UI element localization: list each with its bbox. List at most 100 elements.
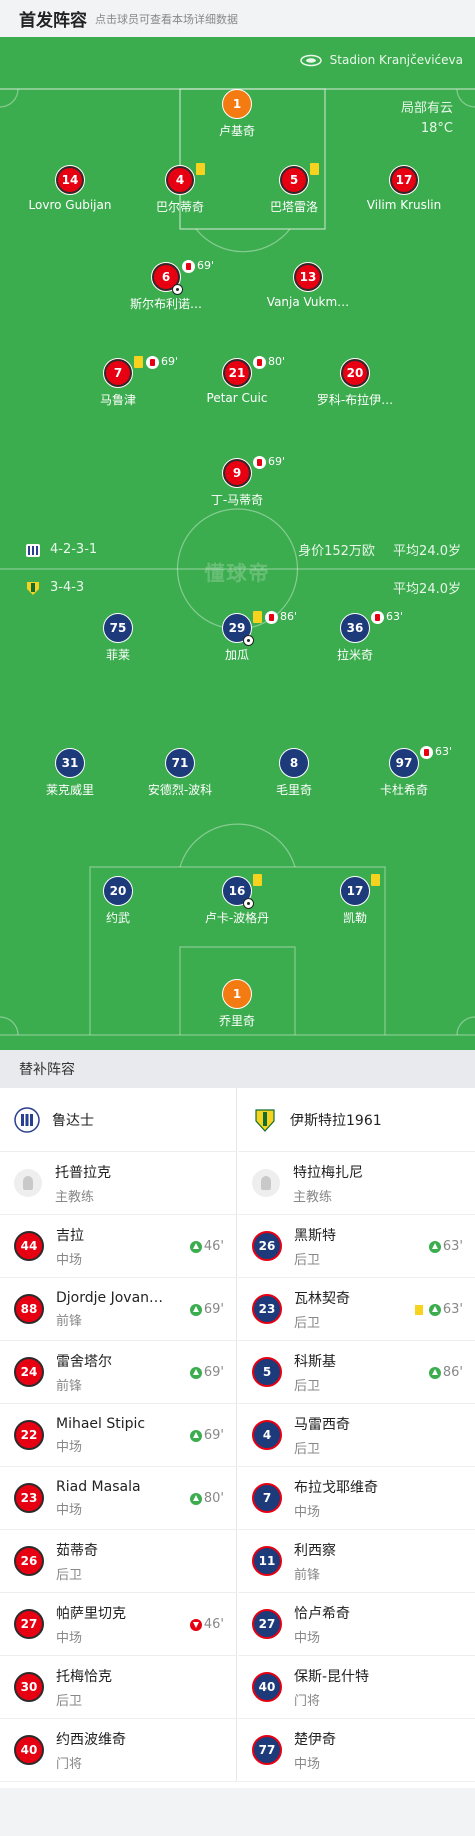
substitute-row[interactable]: 27 恰卢希奇 中场 — [238, 1593, 475, 1656]
substitute-row[interactable]: 5 科斯基 后卫 86' — [238, 1341, 475, 1404]
away-coach-row[interactable]: 特拉梅扎尼 主教练 — [238, 1152, 475, 1215]
substitute-row[interactable]: 26 茹蒂奇后卫 — [0, 1530, 236, 1593]
substitute-row[interactable]: 40 保斯-昆什特 门将 — [238, 1656, 475, 1719]
player-number-badge: 22 — [14, 1420, 44, 1450]
home-player[interactable]: 4 巴尔蒂奇 — [115, 163, 245, 215]
substitution-time: 63' — [442, 1239, 463, 1254]
away-player[interactable]: 36 63' 拉米奇 — [290, 610, 420, 663]
player-name: 马鲁津 — [99, 393, 136, 407]
away-player[interactable]: 20 约武 — [53, 876, 183, 926]
substitution-time: 69' — [268, 455, 286, 468]
home-player[interactable]: 13 Vanja Vukm… — [243, 262, 373, 309]
substitute-position: 后卫 — [294, 1252, 321, 1268]
yellow-card-icon — [371, 874, 380, 886]
substitute-position: 中场 — [294, 1630, 321, 1646]
home-player[interactable]: 6 69' 斯尔布利诺… — [101, 259, 231, 312]
substitute-row[interactable]: 7 布拉戈耶维奇 中场 — [238, 1467, 475, 1530]
player-number-badge: 23 — [14, 1483, 44, 1513]
player-number-badge: 11 — [252, 1546, 282, 1576]
away-player[interactable]: 17 凯勒 — [290, 874, 420, 926]
away-team-logo-icon — [27, 581, 39, 595]
away-team-summary: 3-4-3 平均24.0岁 — [24, 578, 461, 597]
substitutes-title: 替补阵容 — [19, 1062, 75, 1078]
substitution-in-icon — [189, 1240, 202, 1253]
stadium-icon — [299, 54, 322, 66]
substitution-time: 69' — [203, 1428, 224, 1443]
home-player[interactable]: 21 80' Petar Cuic — [172, 355, 302, 405]
substitute-row[interactable]: 77 楚伊奇 中场 — [238, 1719, 475, 1782]
substitute-position: 后卫 — [56, 1567, 83, 1583]
player-name: 加瓜 — [224, 648, 249, 662]
substitution-out-icon — [265, 611, 278, 624]
home-player[interactable]: 20 罗科-布拉伊… — [290, 358, 420, 408]
substitute-position: 中场 — [56, 1502, 83, 1518]
away-player[interactable]: 16 卢卡-波格丹 — [172, 874, 302, 926]
substitute-position: 后卫 — [294, 1441, 321, 1457]
player-name: 凯勒 — [342, 911, 367, 925]
away-player[interactable]: 75 菲莱 — [53, 613, 183, 663]
player-name: 巴尔蒂奇 — [155, 200, 204, 214]
substitution-in-icon — [189, 1492, 202, 1505]
substitutes-panel: 鲁达士 托普拉克 主教练 44 吉拉 中场 46' 88 Djordje Jovan… 前锋… — [0, 1088, 475, 1788]
substitute-row[interactable]: 23 Riad Masala 中场 80' — [0, 1467, 236, 1530]
substitution-time: 63' — [435, 745, 453, 758]
substitution-event: 46' — [189, 1239, 224, 1254]
substitution-time: 63' — [442, 1302, 463, 1317]
substitute-row[interactable]: 4 马雷西奇 后卫 — [238, 1404, 475, 1467]
home-avg-age: 平均24.0岁 — [393, 544, 461, 559]
substitution-time: 69' — [197, 259, 215, 272]
substitute-row[interactable]: 22 Mihael Stipic 中场 69' — [0, 1404, 236, 1467]
substitution-in-icon — [189, 1429, 202, 1442]
player-name: Vanja Vukm… — [266, 295, 350, 309]
home-substitutes: 鲁达士 托普拉克 主教练 44 吉拉 中场 46' 88 Djordje Jovan… 前锋… — [0, 1088, 237, 1782]
substitute-row[interactable]: 11 利西察 前锋 — [238, 1530, 475, 1593]
substitute-row[interactable]: 30 托梅恰克 后卫 — [0, 1656, 236, 1719]
home-player[interactable]: 17 Vilim Kruslin — [339, 165, 469, 212]
goal-ball-icon — [243, 635, 254, 646]
player-number-badge: 7 — [103, 358, 133, 388]
home-team-row[interactable]: 鲁达士 — [0, 1088, 236, 1152]
substitute-row[interactable]: 27 帕萨里切克 中场 46' — [0, 1593, 236, 1656]
home-player[interactable]: 9 69' 丁-马蒂奇 — [172, 455, 302, 508]
substitute-name: 茹蒂奇 — [56, 1542, 98, 1559]
substitution-event: 69' — [189, 1365, 224, 1380]
page-hint: 点击球员可查看本场详细数据 — [95, 12, 238, 26]
substitute-row[interactable]: 44 吉拉 中场 46' — [0, 1215, 236, 1278]
home-coach-row[interactable]: 托普拉克 主教练 — [0, 1152, 236, 1215]
player-number-badge: 26 — [252, 1231, 282, 1261]
substitute-name: Mihael Stipic — [56, 1415, 146, 1432]
substitution-time: 69' — [203, 1302, 224, 1317]
player-number-badge: 17 — [389, 165, 419, 195]
substitute-row[interactable]: 40 约西波维奇 门将 — [0, 1719, 236, 1782]
substitute-row[interactable]: 24 雷舍塔尔 前锋 69' — [0, 1341, 236, 1404]
home-coach-name: 托普拉克 — [55, 1164, 111, 1181]
home-player[interactable]: 1 卢基奇 — [172, 89, 302, 139]
weather-info: 局部有云 18°C — [401, 99, 453, 139]
player-number-badge: 24 — [14, 1357, 44, 1387]
substitute-name: 托梅恰克 — [56, 1668, 112, 1685]
substitution-event: 86' — [428, 1365, 463, 1380]
away-player[interactable]: 29 86' 加瓜 — [172, 610, 302, 663]
substitute-row[interactable]: 88 Djordje Jovan… 前锋 69' — [0, 1278, 236, 1341]
player-number-badge: 26 — [14, 1546, 44, 1576]
substitute-name: 保斯-昆什特 — [294, 1668, 370, 1685]
player-name: 卢基奇 — [218, 124, 255, 138]
substitute-name: 黑斯特 — [294, 1227, 336, 1244]
player-number-badge: 44 — [14, 1231, 44, 1261]
substitute-name: 帕萨里切克 — [56, 1605, 126, 1622]
substitution-event: 69' — [189, 1302, 224, 1317]
player-number-badge: 5 — [279, 165, 309, 195]
substitute-row[interactable]: 23 瓦林契奇 后卫 63' — [238, 1278, 475, 1341]
stadium-name: Stadion Kranjčevićeva — [329, 53, 463, 67]
away-player[interactable]: 97 63' 卡杜希奇 — [339, 745, 469, 798]
substitute-name: 瓦林契奇 — [294, 1290, 350, 1307]
yellow-card-icon — [253, 874, 262, 886]
away-team-row[interactable]: 伊斯特拉1961 — [238, 1088, 475, 1152]
substitution-out-icon — [189, 1618, 202, 1631]
substitute-row[interactable]: 26 黑斯特后卫 63' — [238, 1215, 475, 1278]
home-player[interactable]: 7 69' 马鲁津 — [53, 355, 183, 408]
away-player[interactable]: 71 安德烈-波科 — [115, 748, 245, 798]
substitution-time: 46' — [203, 1617, 224, 1632]
away-player[interactable]: 1 乔里奇 — [172, 979, 302, 1029]
substitution-time: 69' — [203, 1365, 224, 1380]
